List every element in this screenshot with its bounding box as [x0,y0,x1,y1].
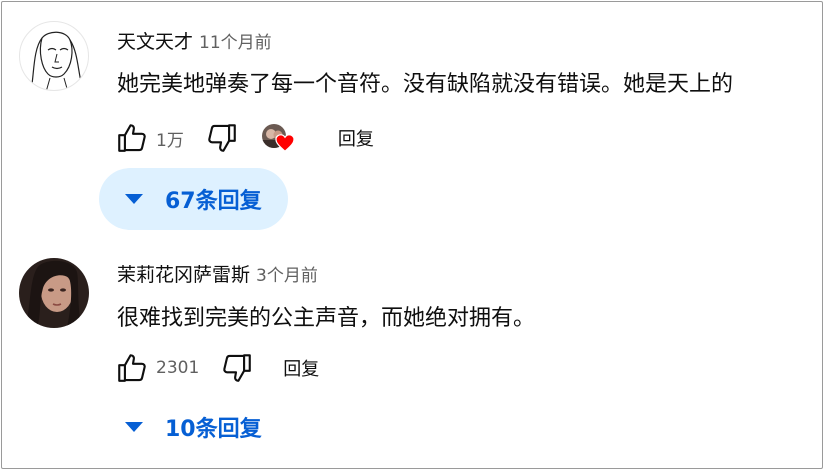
replies-toggle[interactable]: 10条回复 [99,396,288,458]
author-name[interactable]: 茉莉花冈萨雷斯 [117,260,250,287]
like-count: 1万 [156,130,184,151]
comment-header: 天文天才 11个月前 [117,27,272,54]
sketch-face-avatar-icon [31,31,83,90]
comment-timestamp[interactable]: 11个月前 [199,28,272,53]
comment-actions: 1万 回复 [112,118,374,158]
dislike-button[interactable] [202,118,242,158]
comments-section: 天文天才 11个月前 她完美地弹奏了每一个音符。没有缺陷就没有错误。她是天上的 … [1,1,823,469]
comment-thread: 茉莉花冈萨雷斯 3个月前 很难找到完美的公主声音，而她绝对拥有。 2301 回复 [2,242,822,468]
like-button[interactable] [112,118,152,158]
avatar[interactable] [19,21,89,91]
like-button[interactable] [112,348,152,388]
heart-icon [275,134,295,152]
reply-button[interactable]: 回复 [338,125,374,151]
thumb-down-icon [223,354,252,382]
comment-timestamp[interactable]: 3个月前 [256,261,318,286]
caret-down-icon [125,422,143,432]
avatar[interactable] [19,258,89,328]
comment-thread: 天文天才 11个月前 她完美地弹奏了每一个音符。没有缺陷就没有错误。她是天上的 … [2,2,822,242]
author-name[interactable]: 天文天才 [117,27,193,54]
reply-button[interactable]: 回复 [283,355,319,381]
comment-header: 茉莉花冈萨雷斯 3个月前 [117,260,318,287]
creator-heart-badge [261,121,296,155]
like-count: 2301 [156,358,200,378]
thumb-up-icon [118,354,146,382]
thumb-down-icon [208,124,236,152]
photo-avatar-icon [19,258,89,328]
comment-text: 很难找到完美的公主声音，而她绝对拥有。 [117,306,536,331]
thumb-up-icon [118,124,146,152]
dislike-button[interactable] [217,348,257,388]
caret-down-icon [125,194,143,204]
comment-text: 她完美地弹奏了每一个音符。没有缺陷就没有错误。她是天上的 [117,72,734,97]
replies-toggle[interactable]: 67条回复 [99,168,288,230]
replies-count-label: 10条回复 [165,417,262,442]
comment-actions: 2301 回复 [112,348,319,388]
replies-count-label: 67条回复 [165,189,262,214]
